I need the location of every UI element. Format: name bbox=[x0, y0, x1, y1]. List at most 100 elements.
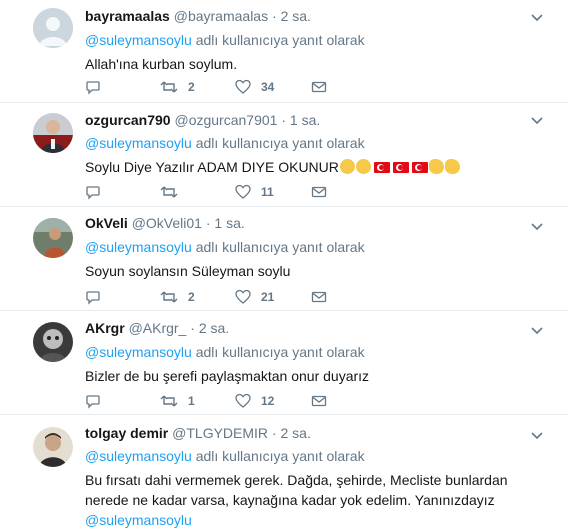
envelope-icon bbox=[311, 395, 327, 407]
reply-mention-link[interactable]: @suleymansoylu bbox=[85, 135, 192, 151]
display-name[interactable]: AKrgr bbox=[85, 320, 125, 336]
dm-button[interactable] bbox=[311, 77, 327, 97]
clapping-hands-icon bbox=[428, 159, 444, 174]
reply-context: @suleymansoylu adlı kullanıcıya yanıt ol… bbox=[85, 30, 544, 50]
timestamp[interactable]: 2 sa. bbox=[281, 8, 311, 24]
retweet-icon bbox=[160, 395, 178, 407]
turkey-flag-icon bbox=[411, 162, 428, 173]
screen-name[interactable]: @bayramaalas bbox=[174, 8, 268, 24]
tweet-header: AKrgr @AKrgr_ · 2 sa. bbox=[85, 318, 544, 338]
reply-icon bbox=[86, 186, 100, 200]
separator: · bbox=[281, 112, 286, 128]
chevron-down-icon[interactable] bbox=[530, 428, 544, 442]
dm-button[interactable] bbox=[311, 287, 327, 307]
envelope-icon bbox=[311, 291, 327, 303]
tweet[interactable]: bayramaalas @bayramaalas · 2 sa. @suleym… bbox=[0, 0, 568, 103]
tweet[interactable]: ozgurcan790 @ozgurcan7901 · 1 sa. @suley… bbox=[0, 103, 568, 207]
retweet-button[interactable]: 1 bbox=[160, 391, 195, 411]
chevron-down-icon[interactable] bbox=[530, 219, 544, 233]
tweet-text: Soylu Diye Yazılır ADAM DIYE OKUNUR bbox=[85, 159, 339, 175]
avatar[interactable] bbox=[33, 8, 73, 48]
reply-mention-link[interactable]: @suleymansoylu bbox=[85, 239, 192, 255]
clapping-hands-icon bbox=[444, 159, 460, 174]
chevron-down-icon[interactable] bbox=[530, 113, 544, 127]
separator: · bbox=[271, 425, 277, 441]
tweet-text: Bizler de bu şerefi paylaşmaktan onur du… bbox=[85, 368, 370, 384]
reply-icon bbox=[86, 291, 100, 305]
reply-context: @suleymansoylu adlı kullanıcıya yanıt ol… bbox=[85, 446, 544, 466]
retweet-button[interactable]: 2 bbox=[160, 77, 195, 97]
tweet-text-container: Bu fırsatı dahi vermemek gerek. Dağda, ş… bbox=[85, 470, 544, 530]
reply-context: @suleymansoylu adlı kullanıcıya yanıt ol… bbox=[85, 237, 544, 257]
reply-mention-link[interactable]: @suleymansoylu bbox=[85, 344, 192, 360]
reply-button[interactable] bbox=[85, 182, 101, 202]
retweet-count: 2 bbox=[188, 80, 195, 94]
timestamp[interactable]: 1 sa. bbox=[214, 215, 244, 231]
inline-mention-link[interactable]: @suleymansoylu bbox=[85, 512, 192, 528]
tweet-text: Allah'ına kurban soylum. bbox=[85, 56, 238, 72]
tweet-header: OkVeli @OkVeli01 · 1 sa. bbox=[85, 213, 544, 233]
retweet-button[interactable]: 2 bbox=[160, 287, 195, 307]
retweet-count: 1 bbox=[188, 394, 195, 408]
dm-button[interactable] bbox=[311, 391, 327, 411]
reply-mention-link[interactable]: @suleymansoylu bbox=[85, 448, 192, 464]
like-button[interactable]: 34 bbox=[235, 77, 274, 97]
flexed-biceps-icon bbox=[339, 159, 355, 174]
display-name[interactable]: bayramaalas bbox=[85, 8, 170, 24]
reply-button[interactable] bbox=[85, 391, 101, 411]
like-button[interactable]: 11 bbox=[235, 182, 274, 202]
avatar[interactable] bbox=[33, 322, 73, 362]
timestamp[interactable]: 2 sa. bbox=[280, 425, 310, 441]
like-button[interactable]: 12 bbox=[235, 391, 274, 411]
tweet[interactable]: OkVeli @OkVeli01 · 1 sa. @suleymansoylu … bbox=[0, 207, 568, 311]
like-count: 11 bbox=[261, 185, 274, 199]
reply-context-text: adlı kullanıcıya yanıt olarak bbox=[191, 32, 365, 48]
screen-name[interactable]: @AKrgr_ bbox=[129, 320, 187, 336]
timestamp[interactable]: 2 sa. bbox=[199, 320, 229, 336]
user-photo-icon bbox=[33, 427, 73, 467]
envelope-icon bbox=[311, 186, 327, 198]
tweet-actions: 1 12 bbox=[85, 391, 385, 411]
tweet-header: bayramaalas @bayramaalas · 2 sa. bbox=[85, 6, 544, 26]
chevron-down-icon[interactable] bbox=[530, 10, 544, 24]
tweet-actions: 2 21 bbox=[85, 287, 385, 307]
display-name[interactable]: OkVeli bbox=[85, 215, 128, 231]
tweet[interactable]: AKrgr @AKrgr_ · 2 sa. @suleymansoylu adl… bbox=[0, 311, 568, 415]
heart-icon bbox=[235, 393, 251, 408]
avatar[interactable] bbox=[33, 113, 73, 153]
envelope-icon bbox=[311, 81, 327, 93]
reply-context: @suleymansoylu adlı kullanıcıya yanıt ol… bbox=[85, 133, 544, 153]
avatar[interactable] bbox=[33, 427, 73, 467]
reply-mention-link[interactable]: @suleymansoylu bbox=[85, 32, 192, 48]
display-name[interactable]: ozgurcan790 bbox=[85, 112, 171, 128]
retweet-count: 2 bbox=[188, 290, 195, 304]
reply-context-text: adlı kullanıcıya yanıt olarak bbox=[191, 239, 365, 255]
turkey-flag-icon bbox=[373, 162, 390, 173]
tweet[interactable]: tolgay demir @TLGYDEMIR · 2 sa. @suleyma… bbox=[0, 415, 568, 528]
screen-name[interactable]: @ozgurcan7901 bbox=[174, 112, 277, 128]
timestamp[interactable]: 1 sa. bbox=[290, 112, 320, 128]
retweet-icon bbox=[160, 291, 178, 303]
screen-name[interactable]: @OkVeli01 bbox=[132, 215, 202, 231]
tweet-text: Bu fırsatı dahi vermemek gerek. Dağda, ş… bbox=[85, 472, 508, 508]
display-name[interactable]: tolgay demir bbox=[85, 425, 168, 441]
retweet-button[interactable] bbox=[160, 182, 188, 202]
heart-icon bbox=[235, 289, 251, 304]
reply-icon bbox=[86, 395, 100, 409]
avatar[interactable] bbox=[33, 218, 73, 258]
reply-icon bbox=[86, 81, 100, 95]
reply-button[interactable] bbox=[85, 77, 101, 97]
chevron-down-icon[interactable] bbox=[530, 323, 544, 337]
like-button[interactable]: 21 bbox=[235, 287, 274, 307]
heart-icon bbox=[235, 184, 251, 199]
like-count: 34 bbox=[261, 80, 275, 94]
flexed-biceps-icon bbox=[355, 159, 371, 174]
reply-feed: bayramaalas @bayramaalas · 2 sa. @suleym… bbox=[0, 0, 568, 528]
reply-button[interactable] bbox=[85, 287, 101, 307]
user-photo-icon bbox=[33, 218, 73, 258]
tweet-text-container: Soylu Diye Yazılır ADAM DIYE OKUNUR bbox=[85, 157, 544, 177]
separator: · bbox=[190, 320, 195, 336]
dm-button[interactable] bbox=[311, 182, 327, 202]
reply-context: @suleymansoylu adlı kullanıcıya yanıt ol… bbox=[85, 342, 544, 362]
screen-name[interactable]: @TLGYDEMIR bbox=[172, 425, 268, 441]
